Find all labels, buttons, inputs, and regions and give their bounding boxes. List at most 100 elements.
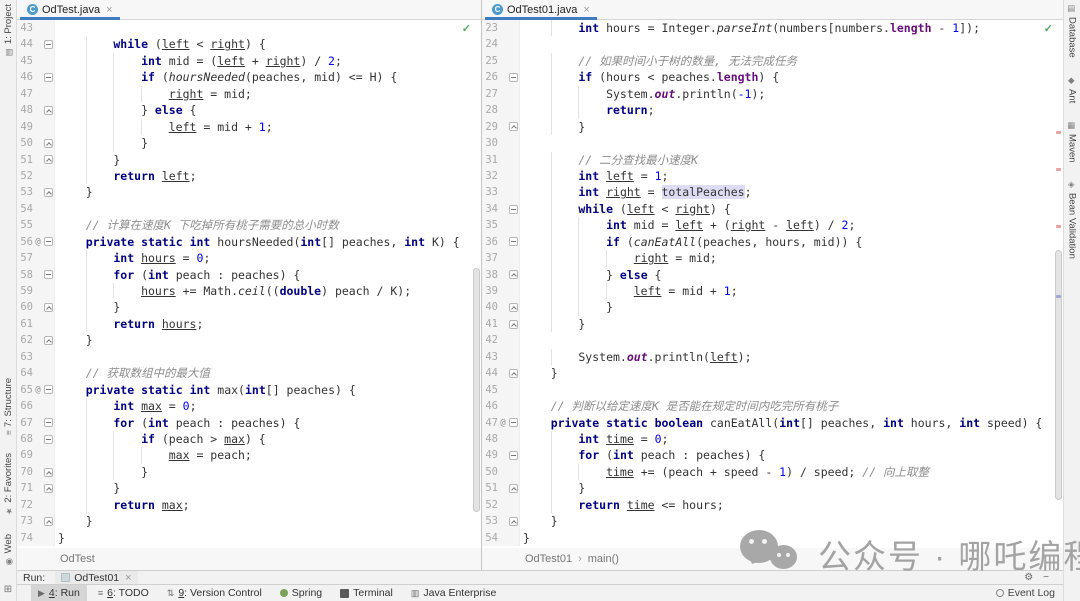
fold-close-icon[interactable] <box>44 468 53 477</box>
editor-gutter[interactable]: 28 <box>482 102 520 118</box>
code-line[interactable]: 74} <box>17 530 481 546</box>
code-line[interactable]: 53} <box>482 513 1063 529</box>
fold-close-icon[interactable] <box>509 369 518 378</box>
fold-open-icon[interactable] <box>44 237 53 246</box>
editor-gutter[interactable]: 69 <box>17 447 55 463</box>
fold-open-icon[interactable] <box>509 205 518 214</box>
fold-close-icon[interactable] <box>44 336 53 345</box>
code-line[interactable]: 27System.out.println(-1); <box>482 86 1063 102</box>
fold-close-icon[interactable] <box>44 517 53 526</box>
code-line[interactable]: 29} <box>482 119 1063 135</box>
editor-gutter[interactable]: 51 <box>482 480 520 496</box>
editor-gutter[interactable]: 55 <box>17 217 55 233</box>
stripe-item-web[interactable]: ◉Web <box>3 534 14 566</box>
editor-gutter[interactable]: 56@ <box>17 234 55 250</box>
editor-gutter[interactable]: 45 <box>482 382 520 398</box>
code-line[interactable]: 49for (int peach : peaches) { <box>482 447 1063 463</box>
code-line[interactable]: 35int mid = left + (right - left) / 2; <box>482 217 1063 233</box>
editor-gutter[interactable]: 51 <box>17 152 55 168</box>
code-line[interactable]: 28return; <box>482 102 1063 118</box>
editor-gutter[interactable]: 57 <box>17 250 55 266</box>
editor-gutter[interactable]: 49 <box>482 447 520 463</box>
editor-gutter[interactable]: 46 <box>17 69 55 85</box>
code-line[interactable]: 54} <box>482 530 1063 546</box>
editor-gutter[interactable]: 52 <box>17 168 55 184</box>
code-line[interactable]: 36if (canEatAll(peaches, hours, mid)) { <box>482 234 1063 250</box>
editor-gutter[interactable]: 61 <box>17 316 55 332</box>
code-line[interactable]: 53} <box>17 184 481 200</box>
code-line[interactable]: 40} <box>482 299 1063 315</box>
code-line[interactable]: 42 <box>482 332 1063 348</box>
editor-gutter[interactable]: 43 <box>17 20 55 36</box>
editor-gutter[interactable]: 72 <box>17 497 55 513</box>
code-line[interactable]: 44while (left < right) { <box>17 36 481 52</box>
code-line[interactable]: 32int left = 1; <box>482 168 1063 184</box>
editor-gutter[interactable]: 68 <box>17 431 55 447</box>
scrollbar-thumb[interactable] <box>473 268 480 512</box>
stripe-item-favorites[interactable]: ★2: Favorites <box>3 453 14 516</box>
toolwindow-button-java-enterprise[interactable]: ▥Java Enterprise <box>404 585 503 601</box>
editor-gutter[interactable]: 33 <box>482 184 520 200</box>
stripe-item-structure[interactable]: ≡7: Structure <box>3 378 14 435</box>
editor-gutter[interactable]: 54 <box>482 530 520 546</box>
code-line[interactable]: 65@private static int max(int[] peaches)… <box>17 382 481 398</box>
error-stripe-mark[interactable] <box>1056 225 1061 228</box>
editor-gutter[interactable]: 35 <box>482 217 520 233</box>
editor-gutter[interactable]: 34 <box>482 201 520 217</box>
editor-gutter[interactable]: 63 <box>17 349 55 365</box>
code-line[interactable]: 43 <box>17 20 481 36</box>
run-tab-odtest01[interactable]: OdTest01 × <box>55 571 137 584</box>
fold-open-icon[interactable] <box>509 73 518 82</box>
code-line[interactable]: 52return time <= hours; <box>482 497 1063 513</box>
code-line[interactable]: 24 <box>482 36 1063 52</box>
editor-gutter[interactable]: 46 <box>482 398 520 414</box>
toolwindow-button-version-control[interactable]: ⇅9: Version Control <box>160 585 269 601</box>
fold-close-icon[interactable] <box>509 484 518 493</box>
code-line[interactable]: 56@private static int hoursNeeded(int[] … <box>17 234 481 250</box>
editor-gutter[interactable]: 30 <box>482 135 520 151</box>
code-line[interactable]: 38} else { <box>482 267 1063 283</box>
editor-gutter[interactable]: 44 <box>17 36 55 52</box>
editor-gutter[interactable]: 49 <box>17 119 55 135</box>
code-line[interactable]: 70} <box>17 464 481 480</box>
editor-gutter[interactable]: 62 <box>17 332 55 348</box>
code-line[interactable]: 73} <box>17 513 481 529</box>
code-line[interactable]: 63 <box>17 349 481 365</box>
code-line[interactable]: 33int right = totalPeaches; <box>482 184 1063 200</box>
editor-gutter[interactable]: 24 <box>482 36 520 52</box>
editor-gutter[interactable]: 23 <box>482 20 520 36</box>
code-line[interactable]: 54 <box>17 201 481 217</box>
fold-close-icon[interactable] <box>509 270 518 279</box>
fold-open-icon[interactable] <box>509 451 518 460</box>
editor-gutter[interactable]: 26 <box>482 69 520 85</box>
fold-open-icon[interactable] <box>44 270 53 279</box>
editor-gutter[interactable]: 27 <box>482 86 520 102</box>
editor-gutter[interactable]: 44 <box>482 365 520 381</box>
code-line[interactable]: 51} <box>482 480 1063 496</box>
fold-open-icon[interactable] <box>509 418 518 427</box>
editor-gutter[interactable]: 52 <box>482 497 520 513</box>
editor-gutter[interactable]: 58 <box>17 267 55 283</box>
code-line[interactable]: 25// 如果时间小于树的数量, 无法完成任务 <box>482 53 1063 69</box>
code-line[interactable]: 51} <box>17 152 481 168</box>
fold-open-icon[interactable] <box>509 237 518 246</box>
toolwindow-button-terminal[interactable]: Terminal <box>333 585 400 601</box>
editor-gutter[interactable]: 53 <box>17 184 55 200</box>
tab-odtest01-java[interactable]: C OdTest01.java × <box>485 0 597 19</box>
scrollbar-thumb[interactable] <box>1055 250 1062 500</box>
code-line[interactable]: 44} <box>482 365 1063 381</box>
code-editor-left[interactable]: 4344while (left < right) {45int mid = (l… <box>17 20 481 548</box>
code-line[interactable]: 39left = mid + 1; <box>482 283 1063 299</box>
editor-gutter[interactable]: 73 <box>17 513 55 529</box>
code-line[interactable]: 48} else { <box>17 102 481 118</box>
fold-close-icon[interactable] <box>509 320 518 329</box>
editor-gutter[interactable]: 36 <box>482 234 520 250</box>
code-line[interactable]: 34while (left < right) { <box>482 201 1063 217</box>
code-line[interactable]: 68if (peach > max) { <box>17 431 481 447</box>
code-line[interactable]: 61return hours; <box>17 316 481 332</box>
fold-close-icon[interactable] <box>44 139 53 148</box>
code-line[interactable]: 50time += (peach + speed - 1) / speed; /… <box>482 464 1063 480</box>
editor-gutter[interactable]: 50 <box>482 464 520 480</box>
fold-close-icon[interactable] <box>509 122 518 131</box>
fold-close-icon[interactable] <box>44 188 53 197</box>
